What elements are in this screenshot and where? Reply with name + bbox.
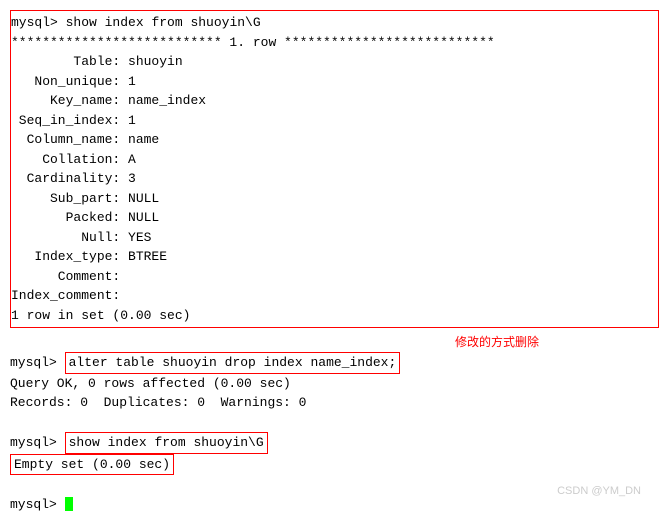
field-table: Table: shuoyin (11, 52, 658, 72)
field-seq-in-index: Seq_in_index: 1 (11, 111, 658, 131)
field-column-name: Column_name: name (11, 130, 658, 150)
alter-table-command: alter table shuoyin drop index name_inde… (69, 355, 397, 370)
command-line-1: mysql> show index from shuoyin\G (11, 13, 658, 33)
result-rows: 1 row in set (0.00 sec) (11, 306, 658, 326)
mysql-prompt: mysql> (10, 355, 57, 370)
field-sub-part: Sub_part: NULL (11, 189, 658, 209)
index-output-box: mysql> show index from shuoyin\G *******… (10, 10, 659, 328)
field-key-name: Key_name: name_index (11, 91, 658, 111)
command-line-3: mysql> show index from shuoyin\G (10, 432, 659, 454)
field-null: Null: YES (11, 228, 658, 248)
show-index-command: show index from shuoyin\G (66, 15, 261, 30)
mysql-prompt: mysql> (11, 15, 58, 30)
field-index-type: Index_type: BTREE (11, 247, 658, 267)
query-ok-line: Query OK, 0 rows affected (0.00 sec) (10, 374, 659, 394)
show-index-command-2: show index from shuoyin\G (69, 435, 264, 450)
field-cardinality: Cardinality: 3 (11, 169, 658, 189)
mysql-prompt: mysql> (10, 497, 57, 512)
annotation-line: 修改的方式删除 (10, 333, 659, 352)
field-index-comment: Index_comment: (11, 286, 658, 306)
alter-table-command-box: alter table shuoyin drop index name_inde… (65, 352, 401, 374)
annotation-text: 修改的方式删除 (455, 333, 539, 351)
watermark-text: CSDN @YM_DN (557, 483, 641, 500)
row-separator: *************************** 1. row *****… (11, 33, 658, 53)
command-line-2: mysql> alter table shuoyin drop index na… (10, 352, 659, 374)
field-packed: Packed: NULL (11, 208, 658, 228)
field-collation: Collation: A (11, 150, 658, 170)
records-line: Records: 0 Duplicates: 0 Warnings: 0 (10, 393, 659, 413)
mysql-prompt: mysql> (10, 435, 57, 450)
field-comment: Comment: (11, 267, 658, 287)
show-index-command-box: show index from shuoyin\G (65, 432, 268, 454)
empty-set-line: Empty set (0.00 sec) (10, 454, 659, 476)
field-non-unique: Non_unique: 1 (11, 72, 658, 92)
empty-set-box: Empty set (0.00 sec) (10, 454, 174, 476)
